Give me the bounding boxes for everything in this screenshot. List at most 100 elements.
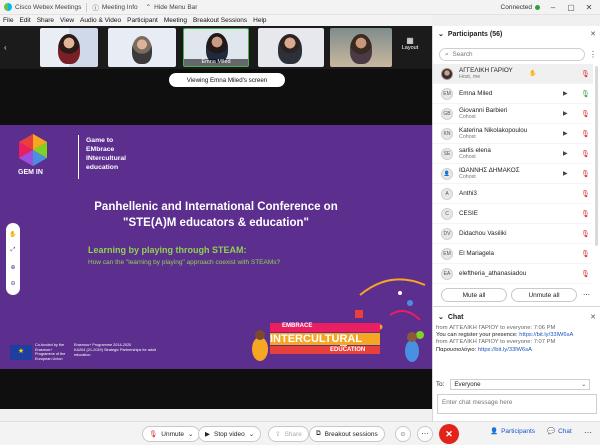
chat-recipient-row: To: Everyone ⌄: [433, 377, 600, 391]
participant-row[interactable]: 👤 ΙΩΑΝΝΗΣ ΔΗΜΑΚΟΣ Cohost ▶ 🎙: [433, 164, 593, 184]
avatar: EA: [441, 267, 453, 280]
viewing-banner[interactable]: Viewing Emna Miled's screen: [169, 73, 285, 87]
mic-muted-icon[interactable]: 🎙: [581, 170, 590, 178]
chat-message: from ΑΓΓΕΛΙΚΗ ΓΑΡΙΟΥ to everyone: 7:07 P…: [436, 339, 593, 346]
participant-row[interactable]: ΑΓΓΕΛΙΚΗ ΓΑΡΙΟΥ Host, me ✋ 🎙: [433, 64, 593, 84]
camera-icon[interactable]: ▶: [563, 150, 568, 157]
mic-active-icon[interactable]: 🎙: [581, 90, 590, 98]
zoom-in-icon[interactable]: ⊕: [10, 264, 15, 271]
share-button[interactable]: ⇪ Share: [268, 426, 309, 442]
meeting-info-label: Meeting Info: [101, 3, 138, 11]
close-chat-icon[interactable]: ✕: [590, 313, 596, 321]
reactions-button[interactable]: ☺: [395, 426, 411, 442]
chat-button[interactable]: 💬 Chat: [547, 427, 572, 436]
chevron-down-icon[interactable]: ⌄: [438, 30, 444, 38]
participant-role: Cohost: [459, 154, 476, 160]
participant-row[interactable]: KN Katerina Nikolakopoulou Cohost ▶ 🎙: [433, 124, 593, 144]
participant-row[interactable]: EM Emna Miled ▶ 🎙: [433, 84, 593, 104]
menu-participant[interactable]: Participant: [127, 17, 158, 24]
brand-line: INtercultural: [86, 155, 127, 162]
menu-meeting[interactable]: Meeting: [164, 17, 187, 24]
chat-link[interactable]: https://bit.ly/33lW6sA: [478, 347, 532, 353]
participant-row[interactable]: A Anthi3 🎙: [433, 184, 593, 204]
zoom-out-icon[interactable]: ⊖: [10, 280, 15, 287]
participant-row[interactable]: GB Giovanni Barbieri Cohost ▶ 🎙: [433, 104, 593, 124]
participant-row[interactable]: EM El Mariagela 🎙: [433, 244, 593, 264]
mic-muted-icon[interactable]: 🎙: [581, 110, 590, 118]
menu-help[interactable]: Help: [253, 17, 266, 24]
chat-message-text: Παρουσιολόγιο:: [436, 346, 477, 353]
mic-muted-icon[interactable]: 🎙: [581, 150, 590, 158]
maximize-icon[interactable]: ▢: [566, 3, 576, 12]
menu-audio-video[interactable]: Audio & Video: [80, 17, 121, 24]
info-icon: ⓘ: [92, 5, 99, 12]
more-options-button[interactable]: ⋯: [417, 426, 433, 442]
mute-all-label: Mute all: [462, 291, 486, 299]
chevron-down-icon: ⌄: [581, 380, 587, 388]
close-icon[interactable]: ✕: [584, 3, 594, 12]
menu-share[interactable]: Share: [37, 17, 54, 24]
menu-edit[interactable]: Edit: [19, 17, 30, 24]
expand-icon[interactable]: ⤢: [11, 247, 16, 254]
participants-button[interactable]: 👤 Participants: [490, 427, 535, 436]
video-thumbnail-active[interactable]: Emna Miled: [183, 28, 249, 67]
mic-muted-icon[interactable]: 🎙: [581, 190, 590, 198]
participant-name: Didachou Vasiliki: [459, 230, 507, 237]
unmute-button[interactable]: 🎙 Unmute ⌄: [142, 426, 201, 442]
stop-video-button[interactable]: ▶ Stop video ⌄: [198, 426, 262, 442]
chevron-down-icon[interactable]: ⌄: [438, 313, 444, 321]
more-options-icon[interactable]: ⋮: [589, 50, 597, 59]
participant-info: ΑΓΓΕΛΙΚΗ ΓΑΡΙΟΥ Host, me: [459, 67, 513, 80]
participant-name: ΙΩΑΝΝΗΣ ΔΗΜΑΚΟΣ: [459, 167, 520, 174]
hand-icon[interactable]: ✋: [9, 231, 16, 238]
mic-muted-icon[interactable]: 🎙: [581, 210, 590, 218]
end-meeting-button[interactable]: ✕: [439, 424, 459, 444]
slide-footer: ★ Co-funded by the Erasmus+ Programme of…: [10, 343, 160, 367]
video-thumbnail[interactable]: [330, 28, 392, 67]
hand-raise-icon[interactable]: ✋: [529, 70, 536, 77]
mic-muted-icon[interactable]: 🎙: [581, 250, 590, 258]
mic-muted-icon[interactable]: 🎙: [581, 130, 590, 138]
camera-icon[interactable]: ▶: [563, 110, 568, 117]
strip-left-arrow-icon[interactable]: ‹: [4, 43, 7, 52]
camera-icon[interactable]: ▶: [563, 90, 568, 97]
video-thumbnail[interactable]: [258, 28, 324, 67]
participant-row[interactable]: SE sarlis elena Cohost ▶ 🎙: [433, 144, 593, 164]
participants-list: ΑΓΓΕΛΙΚΗ ΓΑΡΙΟΥ Host, me ✋ 🎙 EM Emna Mil…: [433, 64, 593, 304]
more-panels-icon[interactable]: ⋯: [584, 428, 592, 437]
video-thumbnail[interactable]: [108, 28, 176, 67]
avatar: A: [441, 187, 453, 200]
chat-input[interactable]: Enter chat message here: [437, 394, 597, 414]
mute-all-button[interactable]: Mute all: [441, 288, 507, 302]
meeting-info-button[interactable]: ⓘ Meeting Info: [92, 2, 138, 13]
chat-link[interactable]: https://bit.ly/33lW6sA: [519, 332, 573, 338]
gemin-logo-icon: [19, 134, 47, 166]
menu-breakout-sessions[interactable]: Breakout Sessions: [193, 17, 247, 24]
video-thumbnail[interactable]: [40, 28, 98, 67]
more-icon[interactable]: ⋯: [583, 291, 590, 299]
participants-search-input[interactable]: ⌕ Search: [439, 48, 585, 61]
participant-row[interactable]: EA eleftheria_athanasiadou 🎙: [433, 264, 593, 284]
share-icon: ⇪: [275, 431, 281, 438]
recipient-select[interactable]: Everyone ⌄: [450, 378, 591, 390]
mic-muted-icon[interactable]: 🎙: [581, 70, 590, 78]
camera-icon[interactable]: ▶: [563, 130, 568, 137]
layout-button[interactable]: ▦ Layout: [398, 36, 422, 56]
participants-scrollbar[interactable]: [595, 66, 598, 246]
participant-row[interactable]: DV Didachou Vasiliki 🎙: [433, 224, 593, 244]
participant-row[interactable]: C CESIE 🎙: [433, 204, 593, 224]
minimize-icon[interactable]: –: [548, 3, 558, 12]
menu-file[interactable]: File: [3, 17, 13, 24]
unmute-all-button[interactable]: Unmute all: [511, 288, 577, 302]
mic-muted-icon[interactable]: 🎙: [581, 230, 590, 238]
menu-view[interactable]: View: [60, 17, 74, 24]
close-participants-icon[interactable]: ✕: [590, 30, 596, 38]
camera-icon[interactable]: ▶: [563, 170, 568, 177]
banner-line1: EMBRACE: [282, 323, 313, 329]
avatar: [441, 67, 453, 80]
hide-menu-label: Hide Menu Bar: [154, 3, 198, 11]
hide-menu-bar-button[interactable]: ⌃ Hide Menu Bar: [146, 3, 198, 12]
mic-muted-icon[interactable]: 🎙: [581, 270, 590, 278]
breakout-sessions-button[interactable]: ⧉ Breakout sessions: [309, 426, 385, 442]
layout-grid-icon: ▦: [406, 36, 414, 45]
